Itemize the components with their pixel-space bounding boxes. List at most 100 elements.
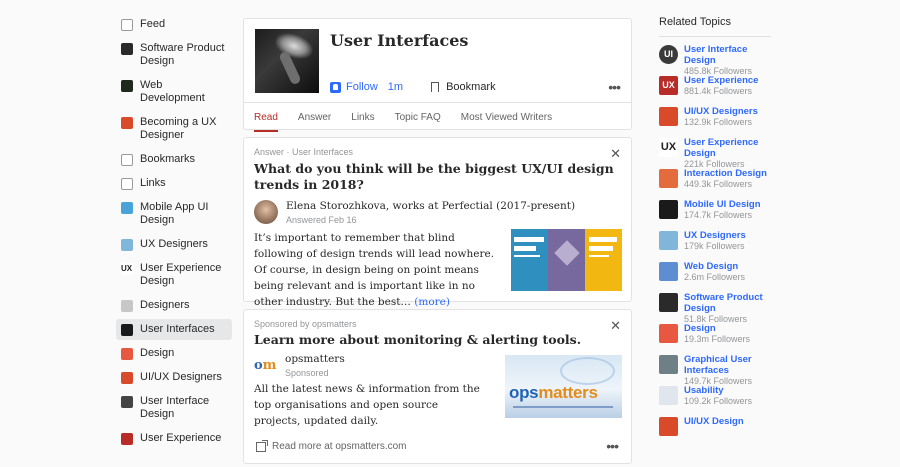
mobile-app-ui-design-icon bbox=[121, 202, 133, 214]
sidebar-item-links[interactable]: Links bbox=[116, 173, 232, 194]
tab-answer[interactable]: Answer bbox=[298, 103, 331, 132]
related-topic-name[interactable]: Graphical User Interfaces bbox=[684, 354, 774, 376]
read-more-label: Read more at opsmatters.com bbox=[272, 441, 407, 452]
tab-read[interactable]: Read bbox=[254, 103, 278, 132]
related-topic-followers: 132.9k Followers bbox=[684, 117, 753, 127]
related-topic-name[interactable]: User Experience bbox=[684, 75, 758, 86]
related-topic-item[interactable]: Software Product Design 51.8k Followers bbox=[659, 292, 774, 324]
designers-icon bbox=[121, 300, 133, 312]
bookmarks-icon bbox=[121, 154, 133, 166]
related-topic-item[interactable]: Design 19.3m Followers bbox=[659, 323, 774, 354]
related-topic-name[interactable]: Mobile UI Design bbox=[684, 199, 761, 210]
sidebar-item-label: User Interface Design bbox=[140, 395, 210, 420]
bookmark-button[interactable]: Bookmark bbox=[431, 81, 496, 93]
software-product-design-icon bbox=[121, 43, 133, 55]
related-topic-item[interactable]: Graphical User Interfaces 149.7k Follower… bbox=[659, 354, 774, 386]
sidebar-item-ux-designers[interactable]: UX Designers bbox=[116, 234, 232, 255]
topic-more-button[interactable]: ••• bbox=[608, 79, 621, 95]
design-icon bbox=[659, 324, 678, 343]
read-more-link[interactable]: Read more at opsmatters.com bbox=[256, 439, 407, 452]
sidebar-item-design[interactable]: Design bbox=[116, 343, 232, 364]
sidebar-item-user-experience[interactable]: User Experience bbox=[116, 428, 232, 449]
related-topic-name[interactable]: Software Product Design bbox=[684, 292, 774, 314]
related-topic-name[interactable]: Web Design bbox=[684, 261, 745, 272]
ui-ux-design-icon bbox=[659, 417, 678, 436]
close-icon[interactable]: ✕ bbox=[610, 146, 621, 162]
follow-button[interactable]: Follow 1m bbox=[330, 81, 403, 93]
sidebar-item-label: Designers bbox=[140, 299, 190, 311]
related-topic-item[interactable]: Mobile UI Design 174.7k Followers bbox=[659, 199, 774, 230]
page-title: User Interfaces bbox=[330, 31, 469, 50]
user-interfaces-icon bbox=[121, 324, 133, 336]
related-topic-name[interactable]: Usability bbox=[684, 385, 752, 396]
sidebar-item-label: UX Designers bbox=[140, 238, 208, 250]
opsmatters-logo: om bbox=[254, 358, 277, 373]
sidebar-item-becoming-ux-designer[interactable]: Becoming a UX Designer bbox=[116, 112, 232, 146]
sidebar-item-label: UI/UX Designers bbox=[140, 371, 222, 383]
becoming-ux-designer-icon bbox=[121, 117, 133, 129]
related-topic-name[interactable]: User Experience Design bbox=[684, 137, 774, 159]
sidebar-item-bookmarks[interactable]: Bookmarks bbox=[116, 149, 232, 170]
tab-most-viewed-writers[interactable]: Most Viewed Writers bbox=[461, 103, 552, 132]
question-title[interactable]: What do you think will be the biggest UX… bbox=[254, 161, 614, 193]
left-sidebar: Feed Software Product Design Web Developme… bbox=[116, 14, 232, 452]
related-topic-name[interactable]: Design bbox=[684, 323, 750, 334]
follow-label: Follow bbox=[346, 81, 378, 93]
tab-links[interactable]: Links bbox=[351, 103, 374, 132]
topic-actions: Follow 1m Bookmark bbox=[330, 81, 496, 93]
more-link[interactable]: (more) bbox=[414, 296, 450, 308]
sidebar-item-label: Becoming a UX Designer bbox=[140, 116, 217, 141]
related-topic-item[interactable]: UX Designers 179k Followers bbox=[659, 230, 774, 261]
sidebar-item-web-development[interactable]: Web Development bbox=[116, 75, 232, 109]
related-topic-name[interactable]: Interaction Design bbox=[684, 168, 767, 179]
tab-topic-faq[interactable]: Topic FAQ bbox=[395, 103, 441, 132]
design-icon bbox=[121, 348, 133, 360]
links-icon bbox=[121, 178, 133, 190]
sidebar-item-mobile-app-ui-design[interactable]: Mobile App UI Design bbox=[116, 197, 232, 231]
user-experience-design-icon: UX bbox=[659, 138, 678, 157]
answer-date: Answered Feb 16 bbox=[286, 215, 357, 225]
sponsored-title[interactable]: Learn more about monitoring & alerting t… bbox=[254, 332, 581, 347]
topic-header-card: User Interfaces Follow 1m Bookmark ••• R… bbox=[243, 18, 632, 132]
sponsor-name[interactable]: opsmatters bbox=[285, 353, 345, 365]
related-topic-item[interactable]: UI/UX Design bbox=[659, 416, 774, 447]
sidebar-item-user-interface-design[interactable]: User Interface Design bbox=[116, 391, 232, 425]
ux-designers-icon bbox=[121, 239, 133, 251]
sidebar-item-ui-ux-designers[interactable]: UI/UX Designers bbox=[116, 367, 232, 388]
sidebar-item-feed[interactable]: Feed bbox=[116, 14, 232, 35]
related-topic-item[interactable]: UX User Experience 881.4k Followers bbox=[659, 75, 774, 106]
ui-ux-designers-icon bbox=[659, 107, 678, 126]
avatar[interactable] bbox=[254, 200, 278, 224]
answer-image[interactable] bbox=[511, 229, 622, 291]
sponsored-more-button[interactable]: ••• bbox=[606, 438, 619, 454]
sidebar-item-software-product-design[interactable]: Software Product Design bbox=[116, 38, 232, 72]
ux-designers-icon bbox=[659, 231, 678, 250]
mobile-ui-design-icon bbox=[659, 200, 678, 219]
related-topic-name[interactable]: User Interface Design bbox=[684, 44, 774, 66]
related-topic-item[interactable]: Web Design 2.6m Followers bbox=[659, 261, 774, 292]
sidebar-item-user-interfaces[interactable]: User Interfaces bbox=[116, 319, 232, 340]
author-name[interactable]: Elena Storozhkova, works at Perfectial (… bbox=[286, 200, 575, 212]
close-icon[interactable]: ✕ bbox=[610, 318, 621, 334]
sidebar-item-user-experience-design[interactable]: UX User Experience Design bbox=[116, 258, 232, 292]
sidebar-item-label: Web Development bbox=[140, 79, 205, 104]
related-topic-name[interactable]: UI/UX Designers bbox=[684, 106, 758, 117]
graphical-user-interfaces-icon bbox=[659, 355, 678, 374]
related-topic-name[interactable]: UI/UX Design bbox=[684, 416, 744, 427]
related-topics: Related Topics UI User Interface Design 48… bbox=[659, 16, 774, 447]
sidebar-item-label: Design bbox=[140, 347, 175, 359]
related-topic-item[interactable]: UX User Experience Design 221k Followers bbox=[659, 137, 774, 169]
related-topic-item[interactable]: UI User Interface Design 485.8k Followers bbox=[659, 44, 774, 76]
related-topic-item[interactable]: UI/UX Designers 132.9k Followers bbox=[659, 106, 774, 137]
sponsored-meta: Sponsored by opsmatters bbox=[254, 319, 357, 329]
sidebar-item-designers[interactable]: Designers bbox=[116, 295, 232, 316]
sponsored-label: Sponsored bbox=[285, 368, 329, 378]
related-topic-followers: 881.4k Followers bbox=[684, 86, 753, 96]
related-topic-item[interactable]: Usability 109.2k Followers bbox=[659, 385, 774, 416]
related-topic-followers: 19.3m Followers bbox=[684, 334, 751, 344]
sidebar-item-label: User Experience Design bbox=[140, 262, 222, 287]
related-topic-name[interactable]: UX Designers bbox=[684, 230, 746, 241]
bookmark-label: Bookmark bbox=[446, 81, 496, 93]
related-topic-item[interactable]: Interaction Design 449.3k Followers bbox=[659, 168, 774, 199]
sponsored-image[interactable]: opsmatters bbox=[505, 355, 622, 418]
